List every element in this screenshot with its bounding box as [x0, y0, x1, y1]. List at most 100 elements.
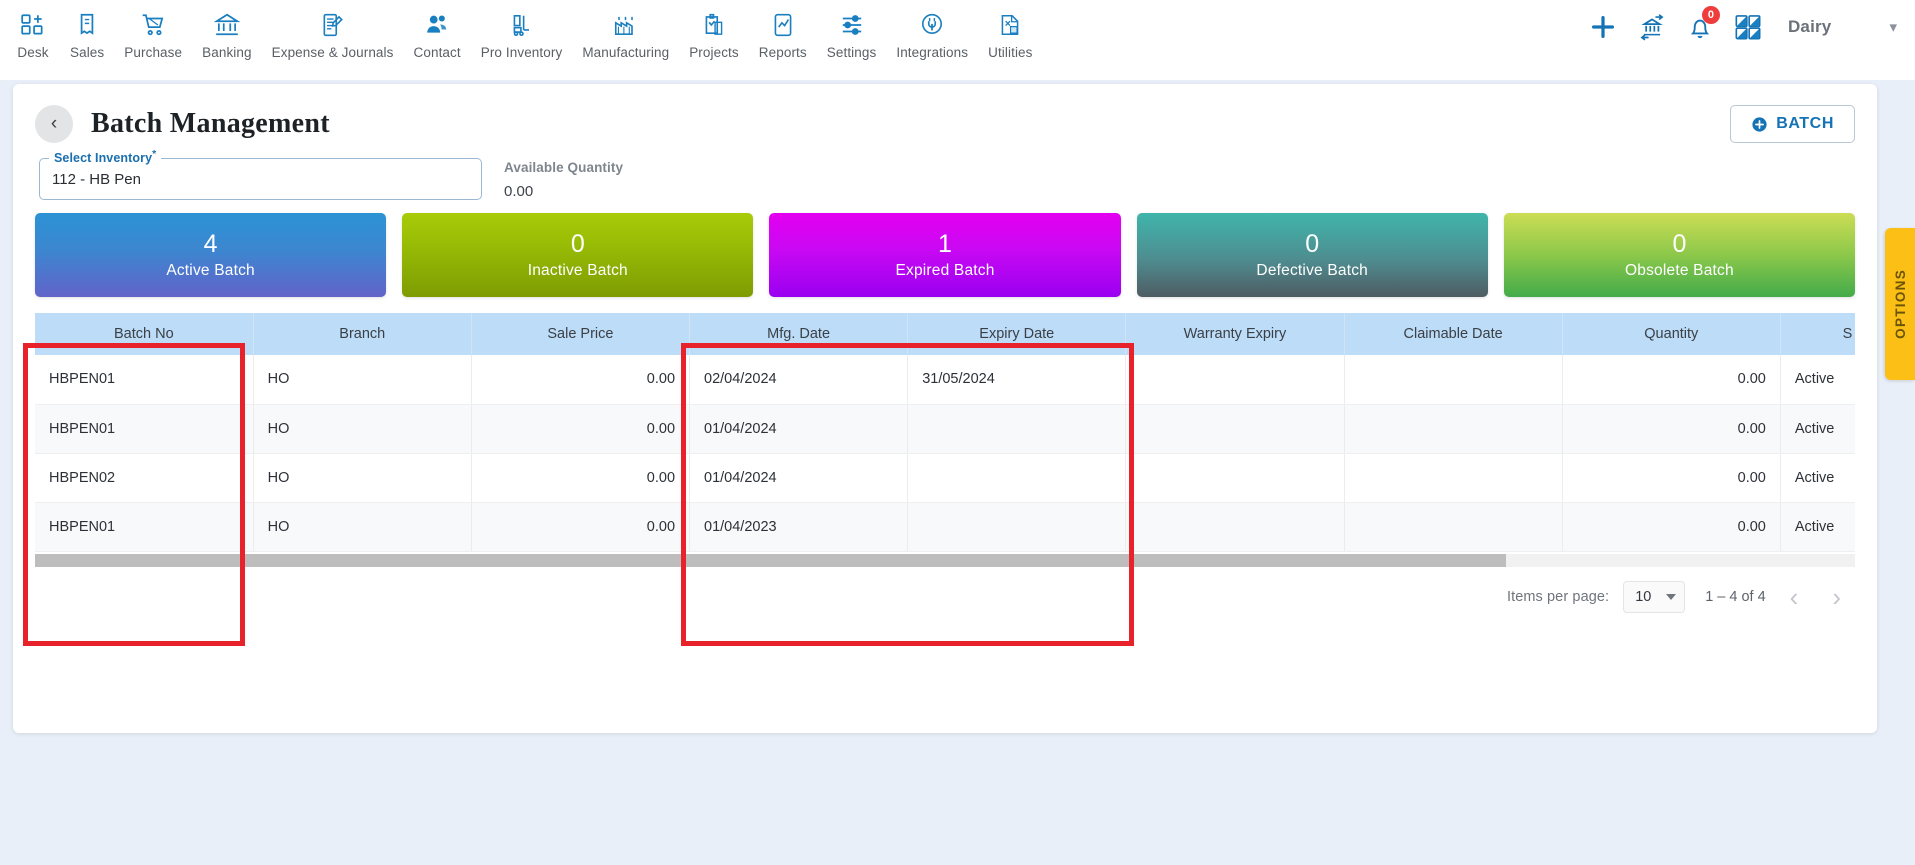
cell-status: Active: [1780, 502, 1855, 552]
stat-value: 1: [938, 229, 952, 258]
table-row[interactable]: HBPEN01 HO 0.00 01/04/2024 0.00 Active: [35, 404, 1855, 454]
cell-warranty-expiry: [1125, 453, 1345, 503]
integrations-plug-icon: [919, 10, 945, 40]
nav-item-desk[interactable]: Desk: [6, 8, 60, 62]
cell-sale-price: 0.00: [471, 355, 691, 405]
cell-expiry-date: [907, 404, 1127, 454]
page-header: ‹ Batch Management BATCH: [13, 84, 1877, 146]
stat-label: Obsolete Batch: [1625, 262, 1734, 280]
nav-item-reports[interactable]: Reports: [749, 8, 817, 62]
nav-label: Purchase: [124, 45, 183, 60]
stat-card-inactive-batch[interactable]: 0 Inactive Batch: [402, 213, 754, 297]
nav-item-integrations[interactable]: Integrations: [886, 8, 978, 62]
nav-item-expense-journals[interactable]: Expense & Journals: [262, 8, 404, 62]
purchase-cart-icon: [140, 10, 167, 40]
stat-label: Expired Batch: [895, 262, 995, 280]
column-header-warranty-expiry[interactable]: Warranty Expiry: [1125, 313, 1345, 355]
cell-expiry-date: 31/05/2024: [907, 355, 1127, 405]
organization-name[interactable]: Dairy: [1782, 17, 1832, 37]
notification-count-badge: 0: [1701, 6, 1720, 24]
bank-transfer-icon[interactable]: [1638, 13, 1666, 41]
nav-label: Utilities: [988, 45, 1033, 60]
nav-item-projects[interactable]: Projects: [679, 8, 749, 62]
stat-value: 0: [1305, 229, 1320, 258]
column-header-claimable-date[interactable]: Claimable Date: [1344, 313, 1563, 355]
cell-claimable-date: [1344, 404, 1563, 454]
apps-grid-icon[interactable]: [1734, 13, 1762, 41]
batch-status-cards: 4 Active Batch 0 Inactive Batch 1 Expire…: [13, 200, 1877, 297]
batch-table-body: HBPEN01 HO 0.00 02/04/2024 31/05/2024 0.…: [35, 355, 1855, 552]
cell-expiry-date: [907, 453, 1127, 503]
top-nav-right-actions: 0 Dairy ▾: [1588, 0, 1915, 42]
next-page-button[interactable]: ›: [1822, 584, 1851, 610]
stat-card-obsolete-batch[interactable]: 0 Obsolete Batch: [1503, 213, 1856, 297]
nav-item-purchase[interactable]: Purchase: [114, 8, 192, 62]
table-row[interactable]: HBPEN02 HO 0.00 01/04/2024 0.00 Active: [35, 453, 1855, 503]
nav-item-manufacturing[interactable]: Manufacturing: [572, 8, 679, 62]
cell-quantity: 0.00: [1562, 502, 1781, 552]
cell-mfg-date: 01/04/2023: [689, 502, 909, 552]
chevron-left-icon[interactable]: ‹: [35, 105, 73, 143]
chevron-down-icon: [1666, 593, 1677, 600]
settings-sliders-icon: [839, 10, 865, 40]
options-side-tab[interactable]: OPTIONS: [1885, 228, 1915, 380]
batch-table-area: Batch No Branch Sale Price Mfg. Date Exp…: [35, 313, 1855, 567]
stat-value: 0: [570, 229, 585, 258]
column-header-quantity[interactable]: Quantity: [1562, 313, 1781, 355]
utilities-tools-icon: [997, 10, 1023, 40]
cell-mfg-date: 01/04/2024: [689, 453, 909, 503]
top-navigation-bar: Desk Sales Purchase Banking Expense & Jo…: [0, 0, 1915, 80]
cell-sale-price: 0.00: [471, 404, 691, 454]
stat-label: Active Batch: [166, 262, 255, 280]
column-header-sale-price[interactable]: Sale Price: [471, 313, 691, 355]
nav-item-pro-inventory[interactable]: Pro Inventory: [471, 8, 573, 62]
column-header-mfg-date[interactable]: Mfg. Date: [689, 313, 909, 355]
cell-warranty-expiry: [1125, 404, 1345, 454]
nav-item-utilities[interactable]: Utilities: [978, 8, 1042, 62]
items-per-page-value: 10: [1635, 588, 1652, 605]
cell-status: Active: [1780, 453, 1855, 503]
cell-sale-price: 0.00: [471, 502, 691, 552]
add-batch-button[interactable]: BATCH: [1730, 105, 1855, 143]
column-header-batch-no[interactable]: Batch No: [35, 313, 254, 355]
cell-quantity: 0.00: [1562, 404, 1781, 454]
stat-card-defective-batch[interactable]: 0 Defective Batch: [1136, 213, 1488, 297]
table-horizontal-scrollbar[interactable]: [35, 553, 1855, 567]
nav-label: Manufacturing: [582, 45, 670, 60]
nav-label: Projects: [689, 45, 739, 60]
previous-page-button[interactable]: ‹: [1780, 584, 1809, 610]
cell-claimable-date: [1344, 355, 1563, 405]
nav-item-banking[interactable]: Banking: [192, 8, 262, 62]
column-header-branch[interactable]: Branch: [253, 313, 472, 355]
table-scrollbar-thumb[interactable]: [35, 553, 1506, 567]
nav-item-sales[interactable]: Sales: [60, 8, 114, 62]
items-per-page-select[interactable]: 10: [1623, 580, 1686, 613]
manufacturing-factory-icon: [612, 10, 639, 40]
stat-label: Inactive Batch: [527, 262, 628, 280]
nav-item-contact[interactable]: Contact: [404, 8, 471, 62]
table-row[interactable]: HBPEN01 HO 0.00 01/04/2023 0.00 Active: [35, 502, 1855, 552]
cell-branch: HO: [253, 453, 472, 503]
nav-item-settings[interactable]: Settings: [817, 8, 887, 62]
cell-status: Active: [1780, 404, 1855, 454]
banking-bank-icon: [213, 10, 240, 40]
batch-table-header: Batch No Branch Sale Price Mfg. Date Exp…: [35, 313, 1855, 355]
projects-clipboard-icon: [701, 10, 727, 40]
select-inventory-label: Select Inventory*: [49, 149, 162, 166]
cell-batch-no: HBPEN01: [35, 355, 254, 405]
nav-label: Pro Inventory: [480, 45, 563, 60]
cell-claimable-date: [1344, 453, 1563, 503]
stat-card-expired-batch[interactable]: 1 Expired Batch: [769, 213, 1121, 297]
column-header-status[interactable]: S: [1780, 313, 1855, 355]
cell-expiry-date: [907, 502, 1127, 552]
nav-label: Integrations: [896, 45, 969, 60]
stat-value: 0: [1672, 229, 1687, 258]
bell-icon[interactable]: 0: [1686, 6, 1720, 41]
column-header-expiry-date[interactable]: Expiry Date: [907, 313, 1127, 355]
batch-table-viewport: Batch No Branch Sale Price Mfg. Date Exp…: [35, 313, 1855, 552]
select-inventory-field[interactable]: 112 - HB Pen Select Inventory*: [39, 149, 482, 200]
chevron-down-icon[interactable]: ▾: [1851, 18, 1897, 36]
stat-card-active-batch[interactable]: 4 Active Batch: [35, 213, 387, 297]
table-row[interactable]: HBPEN01 HO 0.00 02/04/2024 31/05/2024 0.…: [35, 355, 1855, 405]
plus-icon[interactable]: [1588, 12, 1618, 42]
